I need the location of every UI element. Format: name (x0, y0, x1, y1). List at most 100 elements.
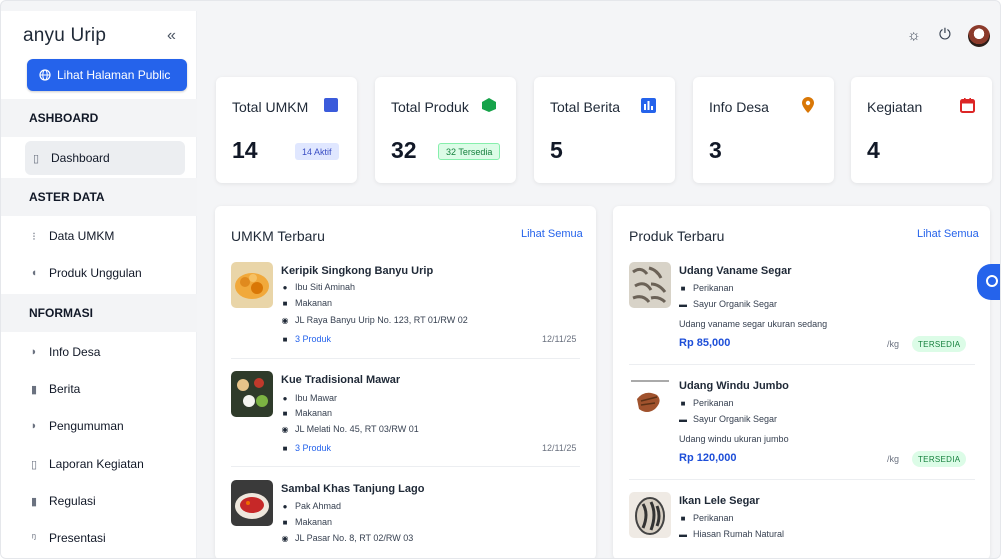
address-row: ◉ JL Pasar No. 8, RT 02/RW 03 (281, 533, 414, 543)
store-icon: ▬ (679, 529, 687, 539)
category-text: Perikanan (693, 513, 734, 523)
item-title: Keripik Singkong Banyu Urip (281, 265, 434, 277)
store-icon: ▬ (679, 299, 687, 309)
divider (629, 364, 975, 365)
sidebar-item-label: Produk Unggulan (49, 266, 142, 280)
folder-icon: ■ (282, 298, 288, 308)
stat-card-produk: Total Produk 32 32 Tersedia (375, 77, 516, 183)
category-row: ■ Perikanan (679, 513, 734, 523)
sidebar-item-berita[interactable]: ▮ Berita (29, 372, 80, 406)
stat-label: Total UMKM (232, 99, 309, 115)
sidebar-item-label: Pengumuman (49, 419, 124, 433)
list-item[interactable]: Keripik Singkong Banyu Urip ● Ibu Siti Am… (231, 262, 580, 354)
store-icon: ⁝ (32, 230, 36, 243)
view-public-page-button[interactable]: Lihat Halaman Public (27, 59, 187, 91)
sidebar-item-info-desa[interactable]: ◗ Info Desa (29, 335, 101, 369)
price-unit: /kg (887, 454, 900, 464)
category-text: Perikanan (693, 398, 734, 408)
products-count: 3 Produk (295, 443, 332, 453)
view-public-page-label: Lihat Halaman Public (57, 68, 171, 82)
folder-icon: ■ (282, 517, 288, 527)
folder-icon: ■ (282, 443, 288, 453)
category-text: Makanan (295, 298, 333, 308)
square-icon (323, 97, 339, 113)
calendar-icon (959, 97, 975, 113)
stat-value: 4 (867, 137, 880, 163)
umkm-text: Sayur Organik Segar (693, 414, 778, 424)
category-row: ■ Makanan (281, 408, 332, 418)
owner-row: ● Ibu Siti Aminah (281, 282, 355, 292)
products-link[interactable]: ■ 3 Produk (281, 334, 331, 344)
products-link[interactable]: ■ 3 Produk (281, 443, 331, 453)
umkm-text: Sayur Organik Segar (693, 299, 778, 309)
description-text: Udang vaname segar ukuran sedang (679, 319, 828, 329)
address-text: JL Pasar No. 8, RT 02/RW 03 (295, 533, 414, 543)
address-text: JL Raya Banyu Urip No. 123, RT 01/RW 02 (295, 315, 468, 325)
report-icon: ▯ (30, 458, 38, 471)
umkm-row: ▬ Sayur Organik Segar (679, 414, 777, 424)
umkm-row: ▬ Sayur Organik Segar (679, 299, 777, 309)
list-item[interactable]: Ikan Lele Segar ■ Perikanan ▬ Hiasan Rumah… (629, 492, 975, 552)
sidebar-item-label: Berita (49, 382, 81, 396)
user-icon: ● (282, 282, 288, 292)
see-all-umkm-link[interactable]: Lihat Semua (521, 228, 583, 240)
stat-value: 5 (550, 137, 563, 163)
map-pin-icon: ◉ (281, 424, 289, 434)
folder-icon: ■ (282, 408, 288, 418)
item-title: Udang Windu Jumbo (679, 380, 789, 392)
chart-icon (640, 97, 656, 113)
collapse-sidebar-icon[interactable]: « (167, 27, 176, 45)
list-item[interactable]: Kue Tradisional Mawar ● Ibu Mawar ■ Makana… (231, 371, 580, 463)
settings-fab-button[interactable] (977, 264, 1000, 300)
sidebar-item-data-umkm[interactable]: ⁝ Data UMKM (29, 219, 114, 253)
products-count: 3 Produk (295, 334, 332, 344)
list-item[interactable]: Udang Vaname Segar ■ Perikanan ▬ Sayur Org… (629, 262, 975, 358)
sidebar-item-produk-unggulan[interactable]: ◖ Produk Unggulan (29, 256, 142, 290)
item-title: Ikan Lele Segar (679, 495, 760, 507)
sidebar-item-laporan-kegiatan[interactable]: ▯ Laporan Kegiatan (29, 447, 144, 481)
document-icon: ▮ (30, 495, 38, 508)
stat-card-info-desa: Info Desa 3 (693, 77, 834, 183)
stat-card-umkm: Total UMKM 14 14 Aktif (216, 77, 357, 183)
description-row: Udang vaname segar ukuran sedang (679, 319, 827, 329)
address-row: ◉ JL Raya Banyu Urip No. 123, RT 01/RW 02 (281, 315, 468, 325)
newspaper-icon: ▮ (30, 383, 38, 396)
presentation-icon: ᵑ (31, 532, 37, 544)
list-item[interactable]: Sambal Khas Tanjung Lago ● Pak Ahmad ■ Mak… (231, 480, 580, 550)
folder-icon: ■ (282, 334, 288, 344)
avatar[interactable] (968, 25, 990, 47)
status-badge: 32 Tersedia (438, 143, 501, 160)
item-title: Sambal Khas Tanjung Lago (281, 483, 425, 495)
section-dashboard: ASHBOARD (1, 99, 197, 137)
stat-value: 14 (232, 137, 258, 163)
stat-card-berita: Total Berita 5 (534, 77, 675, 183)
gear-icon (986, 275, 998, 287)
list-item[interactable]: Udang Windu Jumbo ■ Perikanan ▬ Sayur Orga… (629, 377, 975, 473)
item-title: Udang Vaname Segar (679, 265, 792, 277)
category-row: ■ Makanan (281, 517, 332, 527)
megaphone-icon: ◗ (30, 420, 38, 432)
description-row: Udang windu ukuran jumbo (679, 434, 789, 444)
see-all-produk-link[interactable]: Lihat Semua (917, 228, 979, 240)
product-thumbnail (629, 377, 671, 423)
product-thumbnail (629, 492, 671, 538)
sidebar-item-regulasi[interactable]: ▮ Regulasi (29, 484, 96, 518)
sidebar-item-pengumuman[interactable]: ◗ Pengumuman (29, 409, 124, 443)
produk-terbaru-panel: Produk Terbaru Lihat Semua Udang Vaname … (613, 206, 990, 558)
category-row: ■ Makanan (281, 298, 332, 308)
globe-icon (39, 69, 51, 81)
user-icon: ● (282, 501, 288, 511)
info-icon: ◗ (30, 346, 38, 358)
power-icon[interactable]: ⏻ (939, 26, 951, 43)
user-icon: ● (282, 393, 288, 403)
product-thumbnail (231, 262, 273, 308)
stat-card-kegiatan: Kegiatan 4 (851, 77, 992, 183)
sidebar-item-label: Dashboard (51, 151, 110, 165)
price-unit: /kg (887, 339, 900, 349)
sun-icon[interactable]: ☼ (907, 27, 921, 44)
sidebar-item-label: Data UMKM (49, 229, 115, 243)
address-row: ◉ JL Melati No. 45, RT 03/RW 01 (281, 424, 419, 434)
sidebar-item-presentasi[interactable]: ᵑ Presentasi (29, 521, 106, 555)
category-text: Perikanan (693, 283, 734, 293)
sidebar-item-dashboard[interactable]: ▯ Dashboard (25, 141, 185, 175)
